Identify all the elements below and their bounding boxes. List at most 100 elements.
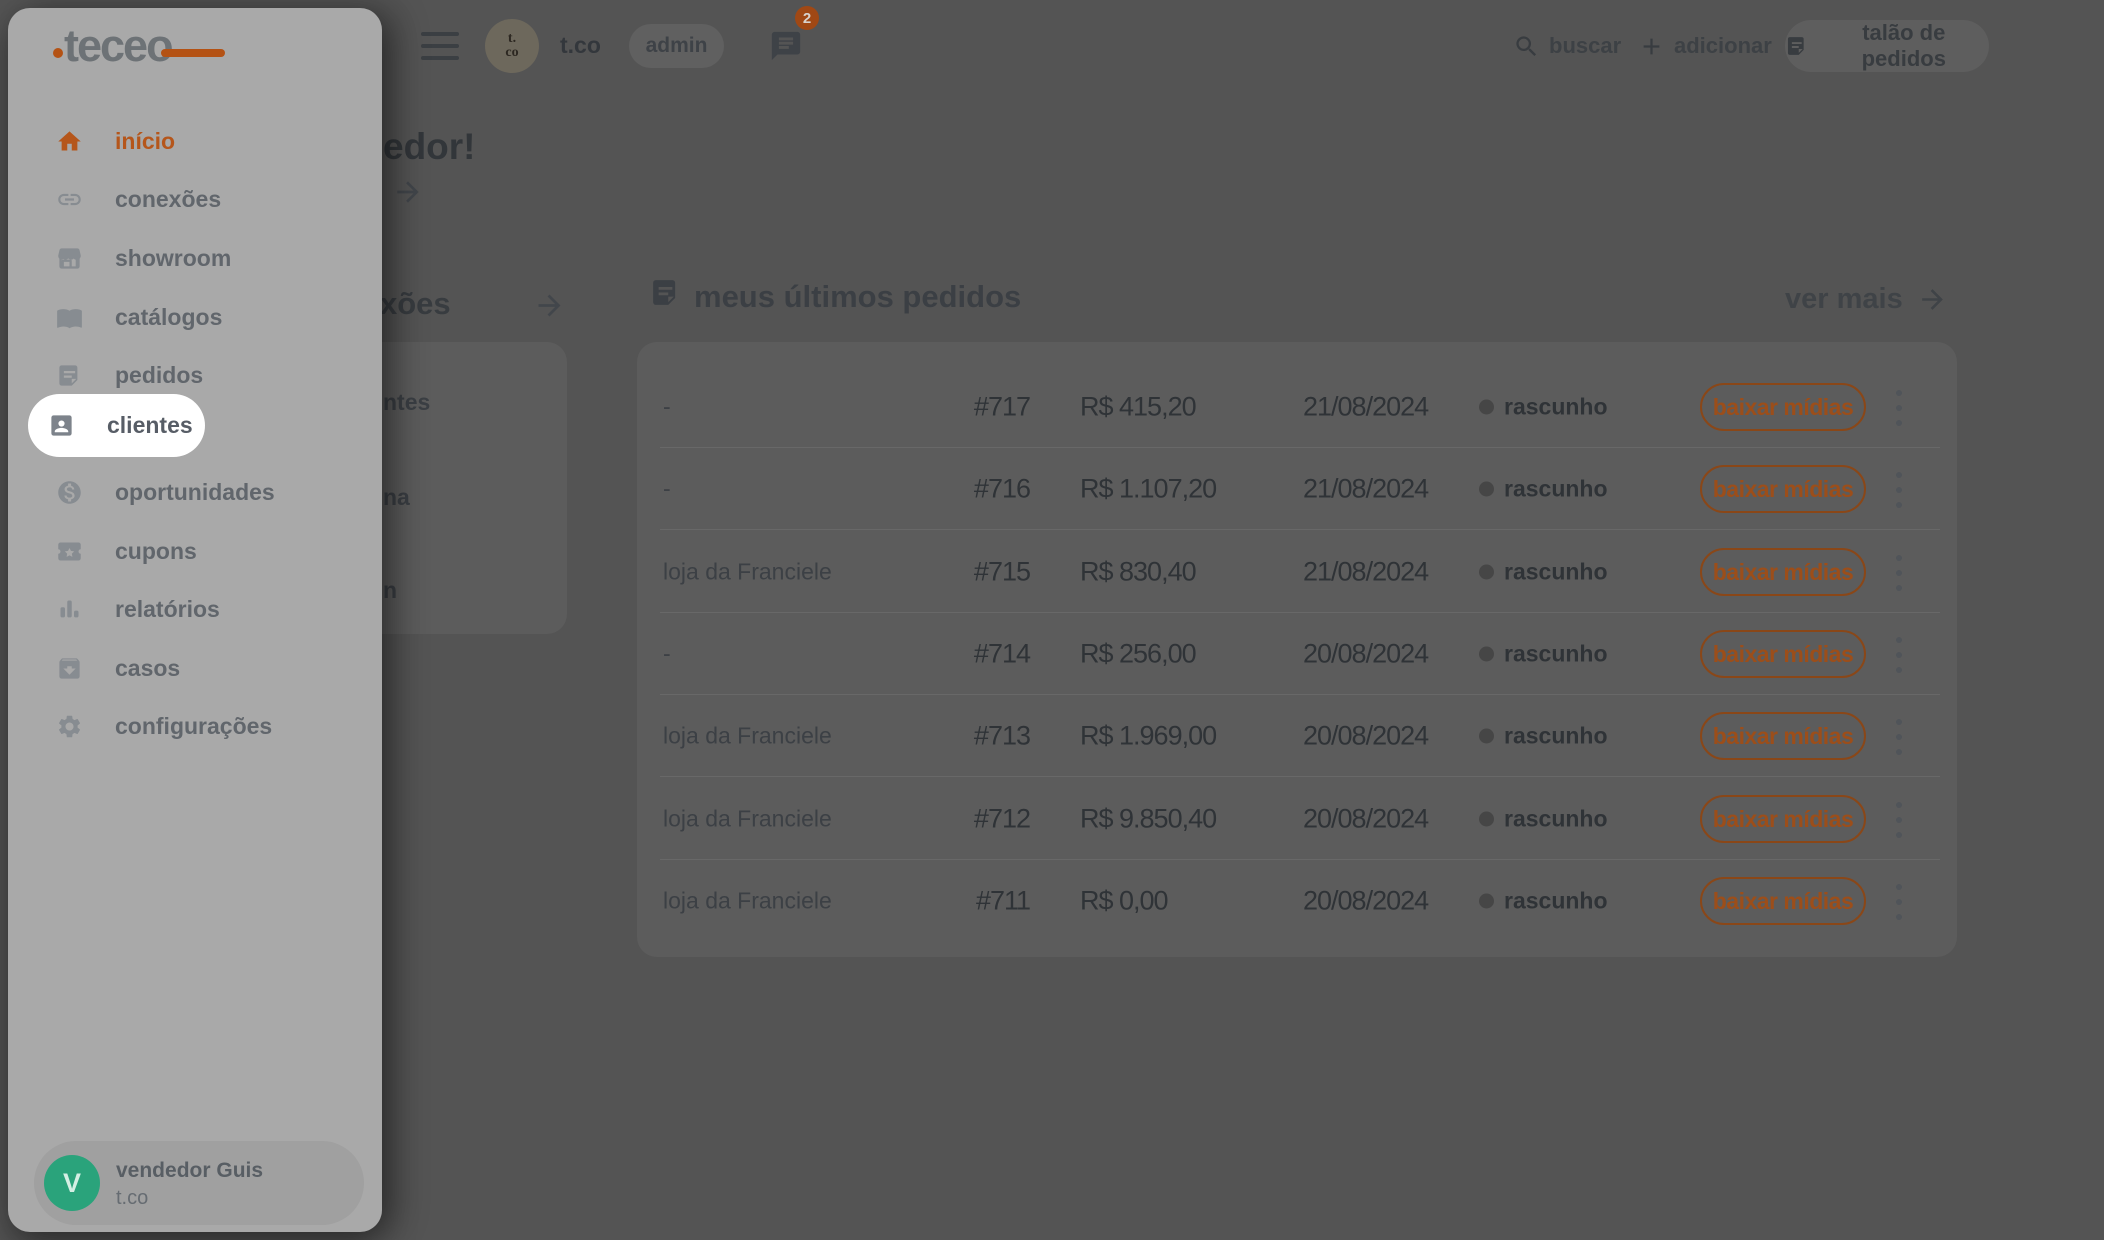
status-dot-icon bbox=[1479, 729, 1494, 744]
sidebar-item-label: pedidos bbox=[115, 362, 203, 389]
order-total: R$ 256,00 bbox=[1080, 639, 1196, 670]
download-media-button[interactable]: baixar mídias bbox=[1700, 548, 1866, 596]
sidebar-item-label: configurações bbox=[115, 713, 272, 740]
order-date: 20/08/2024 bbox=[1303, 639, 1428, 670]
connection-row-fragment: ntes bbox=[383, 389, 430, 416]
order-status: rascunho bbox=[1504, 806, 1608, 833]
workspace-name: t.co bbox=[560, 32, 601, 59]
order-row[interactable]: loja da Franciele #713 R$ 1.969,00 20/08… bbox=[637, 695, 1957, 777]
order-row[interactable]: loja da Franciele #712 R$ 9.850,40 20/08… bbox=[637, 778, 1957, 860]
order-number: #717 bbox=[850, 392, 1030, 423]
hamburger-menu-icon[interactable] bbox=[421, 32, 459, 60]
order-number: #715 bbox=[850, 557, 1030, 588]
sidebar-item-showroom[interactable]: showroom bbox=[36, 229, 362, 287]
sidebar-item-casos[interactable]: casos bbox=[36, 639, 362, 697]
notification-badge[interactable]: 2 bbox=[795, 6, 819, 30]
sidebar-item-label: conexões bbox=[115, 186, 221, 213]
kebab-menu-icon[interactable] bbox=[1891, 390, 1907, 426]
orders-title-icon bbox=[649, 276, 682, 309]
order-status: rascunho bbox=[1504, 476, 1608, 503]
order-status: rascunho bbox=[1504, 394, 1608, 421]
search-button[interactable]: buscar bbox=[1513, 0, 1621, 92]
logo-dot-icon bbox=[53, 48, 63, 58]
order-row[interactable]: - #716 R$ 1.107,20 21/08/2024 rascunho b… bbox=[637, 448, 1957, 530]
download-media-button[interactable]: baixar mídias bbox=[1700, 877, 1866, 925]
sidebar-item-label: relatórios bbox=[115, 596, 220, 623]
search-label: buscar bbox=[1549, 33, 1621, 59]
order-client: - bbox=[663, 641, 671, 668]
order-pad-button[interactable]: talão de pedidos bbox=[1785, 20, 1989, 72]
sidebar-item-cupons[interactable]: cupons bbox=[36, 522, 362, 580]
orders-section-title: meus últimos pedidos bbox=[694, 279, 1021, 315]
sidebar-item-oportunidades[interactable]: oportunidades bbox=[36, 463, 362, 521]
sidebar-item-clientes-spotlight[interactable]: clientes bbox=[28, 394, 205, 457]
order-total: R$ 415,20 bbox=[1080, 392, 1196, 423]
order-client: loja da Franciele bbox=[663, 723, 832, 750]
sidebar-item-inicio[interactable]: início bbox=[36, 112, 362, 170]
status-dot-icon bbox=[1479, 894, 1494, 909]
order-pad-icon bbox=[1785, 34, 1809, 58]
kebab-menu-icon[interactable] bbox=[1891, 884, 1907, 920]
order-row[interactable]: - #714 R$ 256,00 20/08/2024 rascunho bai… bbox=[637, 613, 1957, 695]
plus-icon bbox=[1638, 33, 1665, 60]
arrow-right-icon bbox=[1917, 284, 1948, 315]
connections-arrow-icon[interactable] bbox=[533, 289, 566, 322]
see-more-link[interactable]: ver mais bbox=[1785, 283, 1948, 316]
sidebar-item-conexoes[interactable]: conexões bbox=[36, 170, 362, 228]
download-media-button[interactable]: baixar mídias bbox=[1700, 795, 1866, 843]
chat-icon[interactable] bbox=[769, 29, 803, 63]
order-row[interactable]: - #717 R$ 415,20 21/08/2024 rascunho bai… bbox=[637, 366, 1957, 448]
sidebar-item-label: catálogos bbox=[115, 304, 222, 331]
kebab-menu-icon[interactable] bbox=[1891, 555, 1907, 591]
greeting-text-fragment: edor! bbox=[383, 126, 476, 168]
order-row[interactable]: loja da Franciele #711 R$ 0,00 20/08/202… bbox=[637, 860, 1957, 942]
connection-row-fragment: na bbox=[383, 484, 410, 511]
download-media-button[interactable]: baixar mídias bbox=[1700, 465, 1866, 513]
order-client: - bbox=[663, 394, 671, 421]
kebab-menu-icon[interactable] bbox=[1891, 719, 1907, 755]
role-badge: admin bbox=[629, 24, 724, 68]
order-number: #711 bbox=[850, 886, 1030, 917]
order-number: #712 bbox=[850, 804, 1030, 835]
sidebar-item-catalogos[interactable]: catálogos bbox=[36, 288, 362, 346]
connections-heading-fragment: xões bbox=[380, 286, 451, 322]
kebab-menu-icon[interactable] bbox=[1891, 802, 1907, 838]
kebab-menu-icon[interactable] bbox=[1891, 637, 1907, 673]
sidebar-item-label: oportunidades bbox=[115, 479, 275, 506]
sidebar-item-configuracoes[interactable]: configurações bbox=[36, 697, 362, 755]
status-dot-icon bbox=[1479, 482, 1494, 497]
order-client: loja da Franciele bbox=[663, 559, 832, 586]
download-media-button[interactable]: baixar mídias bbox=[1700, 712, 1866, 760]
user-org: t.co bbox=[116, 1187, 148, 1210]
kebab-menu-icon[interactable] bbox=[1891, 472, 1907, 508]
download-media-button[interactable]: baixar mídias bbox=[1700, 383, 1866, 431]
order-total: R$ 9.850,40 bbox=[1080, 804, 1216, 835]
add-button[interactable]: adicionar bbox=[1638, 0, 1772, 92]
workspace-monogram-line2: co bbox=[505, 46, 518, 60]
order-row[interactable]: loja da Franciele #715 R$ 830,40 21/08/2… bbox=[637, 531, 1957, 613]
order-number: #716 bbox=[850, 474, 1030, 505]
status-dot-icon bbox=[1479, 812, 1494, 827]
gear-icon bbox=[56, 713, 83, 740]
order-status: rascunho bbox=[1504, 888, 1608, 915]
brand-logo: teceo bbox=[64, 20, 172, 72]
sidebar-item-relatorios[interactable]: relatórios bbox=[36, 580, 362, 638]
connection-row-fragment: n bbox=[383, 577, 397, 604]
status-dot-icon bbox=[1479, 400, 1494, 415]
sidebar-item-label: clientes bbox=[107, 412, 193, 439]
search-icon bbox=[1513, 33, 1540, 60]
add-label: adicionar bbox=[1674, 33, 1772, 59]
archive-icon bbox=[56, 655, 83, 682]
order-date: 21/08/2024 bbox=[1303, 474, 1428, 505]
dollar-circle-icon bbox=[56, 479, 83, 506]
order-total: R$ 0,00 bbox=[1080, 886, 1168, 917]
order-total: R$ 1.107,20 bbox=[1080, 474, 1216, 505]
order-status: rascunho bbox=[1504, 559, 1608, 586]
download-media-button[interactable]: baixar mídias bbox=[1700, 630, 1866, 678]
user-profile-card[interactable]: V vendedor Guis t.co bbox=[34, 1141, 364, 1225]
sidebar-item-label: início bbox=[115, 128, 175, 155]
order-client: - bbox=[663, 476, 671, 503]
workspace-avatar[interactable]: t. co bbox=[485, 19, 539, 73]
user-name: vendedor Guis bbox=[116, 1159, 263, 1183]
order-date: 20/08/2024 bbox=[1303, 804, 1428, 835]
